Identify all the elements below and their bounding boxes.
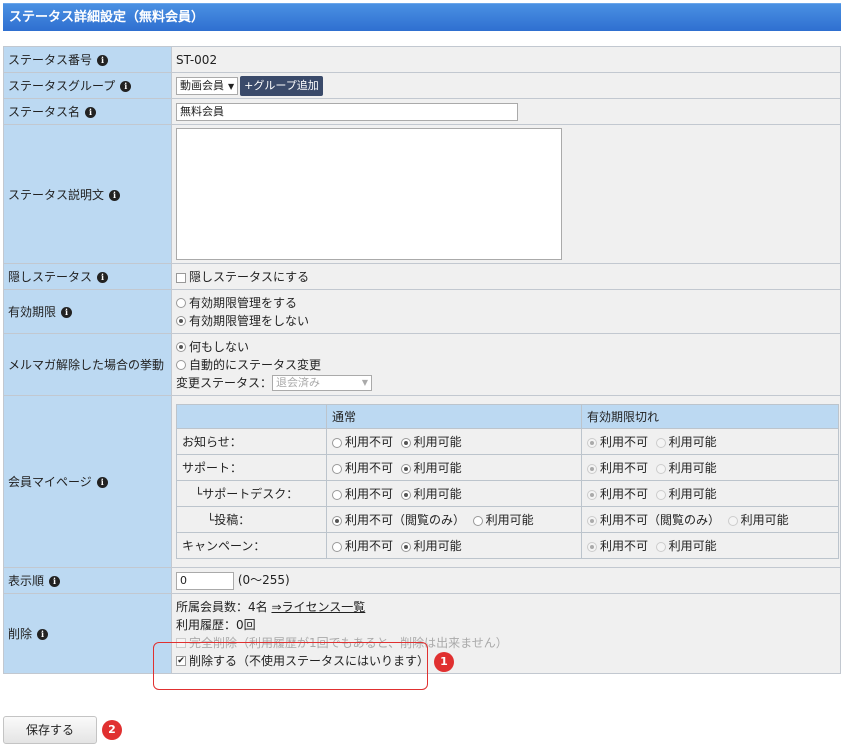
hidden-status-checkbox-label: 隠しステータスにする — [189, 270, 310, 284]
normal-available-radio[interactable] — [400, 463, 411, 474]
mailmag-option-label: 自動的にステータス変更 — [189, 357, 322, 372]
status-name-label: ステータス名 i — [3, 98, 172, 125]
hidden-status-label: 隠しステータス i — [3, 263, 172, 290]
expired-available-radio — [655, 437, 666, 448]
table-row: お知らせ： 利用不可 利用可能 利用不可 利用可能 — [176, 428, 839, 455]
info-icon[interactable]: i — [97, 272, 109, 283]
info-icon[interactable]: i — [109, 189, 121, 201]
change-status-select[interactable]: 退会済み ▼ — [272, 375, 373, 391]
expiry-option-label: 有効期限管理をする — [189, 295, 298, 310]
info-icon[interactable]: i — [37, 629, 49, 640]
status-description-label: ステータス説明文 i — [3, 124, 172, 264]
highlight-box — [153, 642, 428, 690]
expired-unavailable-radio — [587, 541, 597, 552]
status-group-select[interactable]: 動画会員 ▼ — [176, 76, 239, 95]
license-list-link[interactable]: ⇒ライセンス一覧 — [271, 600, 365, 614]
expired-available-radio — [655, 541, 666, 552]
info-icon[interactable]: i — [49, 576, 61, 587]
expiry-option-label: 有効期限管理をしない — [189, 313, 310, 328]
display-order-label: 表示順 i — [3, 567, 172, 594]
table-row: サポート： 利用不可 利用可能 利用不可 利用可能 — [176, 454, 839, 481]
step-badge-2: 2 — [102, 720, 122, 740]
mailmag-nothing-radio[interactable] — [176, 342, 186, 352]
expired-available-radio — [727, 515, 738, 526]
feature-name: └サポートデスク： — [176, 480, 327, 507]
normal-available-radio[interactable] — [400, 489, 411, 500]
feature-name: サポート： — [176, 454, 327, 481]
expiry-manage-radio[interactable] — [176, 298, 186, 308]
save-button[interactable]: 保存する — [3, 716, 97, 744]
expired-unavailable-radio — [587, 489, 597, 500]
table-row: キャンペーン： 利用不可 利用可能 利用不可 利用可能 — [176, 532, 839, 559]
expired-unavailable-radio — [587, 463, 597, 474]
status-group-label: ステータスグループ i — [3, 72, 172, 99]
expired-unavailable-radio — [587, 437, 597, 448]
feature-name: お知らせ： — [176, 428, 327, 455]
feature-name: └投稿： — [176, 506, 327, 533]
delete-label: 削除 i — [3, 593, 172, 674]
info-icon[interactable]: i — [120, 81, 132, 92]
info-icon[interactable]: i — [97, 55, 109, 66]
usage-history: 利用履歴：0回 — [176, 617, 256, 632]
table-row: └サポートデスク： 利用不可 利用可能 利用不可 利用可能 — [176, 480, 839, 507]
info-icon[interactable]: i — [85, 107, 97, 118]
normal-unavailable-radio[interactable] — [332, 437, 342, 448]
page-title: ステータス詳細設定（無料会員） — [9, 10, 205, 25]
display-order-range: (0～255) — [237, 573, 290, 588]
change-status-label: 変更ステータス： — [176, 375, 273, 390]
status-no-label: ステータス番号 i — [3, 46, 172, 73]
normal-available-radio[interactable] — [400, 541, 411, 552]
expired-available-radio — [655, 463, 666, 474]
expired-unavailable-radio — [587, 515, 597, 526]
column-header: 通常 — [326, 404, 582, 429]
status-description-textarea[interactable] — [176, 128, 562, 260]
mailmag-change-radio[interactable] — [176, 360, 186, 370]
mailmag-label: メルマガ解除した場合の挙動 — [3, 333, 172, 396]
hidden-status-checkbox[interactable] — [176, 272, 186, 283]
mypage-label: 会員マイページ i — [3, 395, 172, 568]
display-order-input[interactable]: 0 — [176, 571, 234, 590]
normal-unavailable-radio[interactable] — [332, 515, 342, 526]
status-no-value: ST-002 — [176, 52, 218, 67]
normal-available-radio[interactable] — [472, 515, 483, 526]
mypage-permissions-table: 通常 有効期限切れ お知らせ： 利用不可 利用可能 利用不可 利用可能 サポート… — [176, 404, 839, 559]
normal-unavailable-radio[interactable] — [332, 463, 342, 474]
info-icon[interactable]: i — [61, 307, 73, 318]
page-header: ステータス詳細設定（無料会員） — [3, 3, 841, 31]
expiry-label: 有効期限 i — [3, 289, 172, 334]
info-icon[interactable]: i — [96, 477, 108, 488]
add-group-button[interactable]: +グループ追加 — [240, 75, 323, 96]
normal-available-radio[interactable] — [400, 437, 411, 448]
status-name-input[interactable]: 無料会員 — [176, 102, 518, 121]
mailmag-option-label: 何もしない — [189, 339, 250, 354]
feature-name: キャンペーン： — [176, 532, 327, 559]
expiry-no-manage-radio[interactable] — [176, 316, 186, 326]
table-row: └投稿： 利用不可（閲覧のみ） 利用可能 利用不可（閲覧のみ） 利用可能 — [176, 506, 839, 533]
column-header: 有効期限切れ — [581, 404, 839, 429]
settings-table: ステータス番号 i ST-002 ステータスグループ i 動画会員 ▼ +グループ追加 … — [3, 46, 841, 674]
normal-unavailable-radio[interactable] — [332, 541, 342, 552]
step-badge-1: 1 — [434, 652, 454, 672]
member-count: 所属会員数：4名 — [176, 599, 268, 614]
column-header — [176, 404, 327, 429]
expired-available-radio — [655, 489, 666, 500]
normal-unavailable-radio[interactable] — [332, 489, 342, 500]
